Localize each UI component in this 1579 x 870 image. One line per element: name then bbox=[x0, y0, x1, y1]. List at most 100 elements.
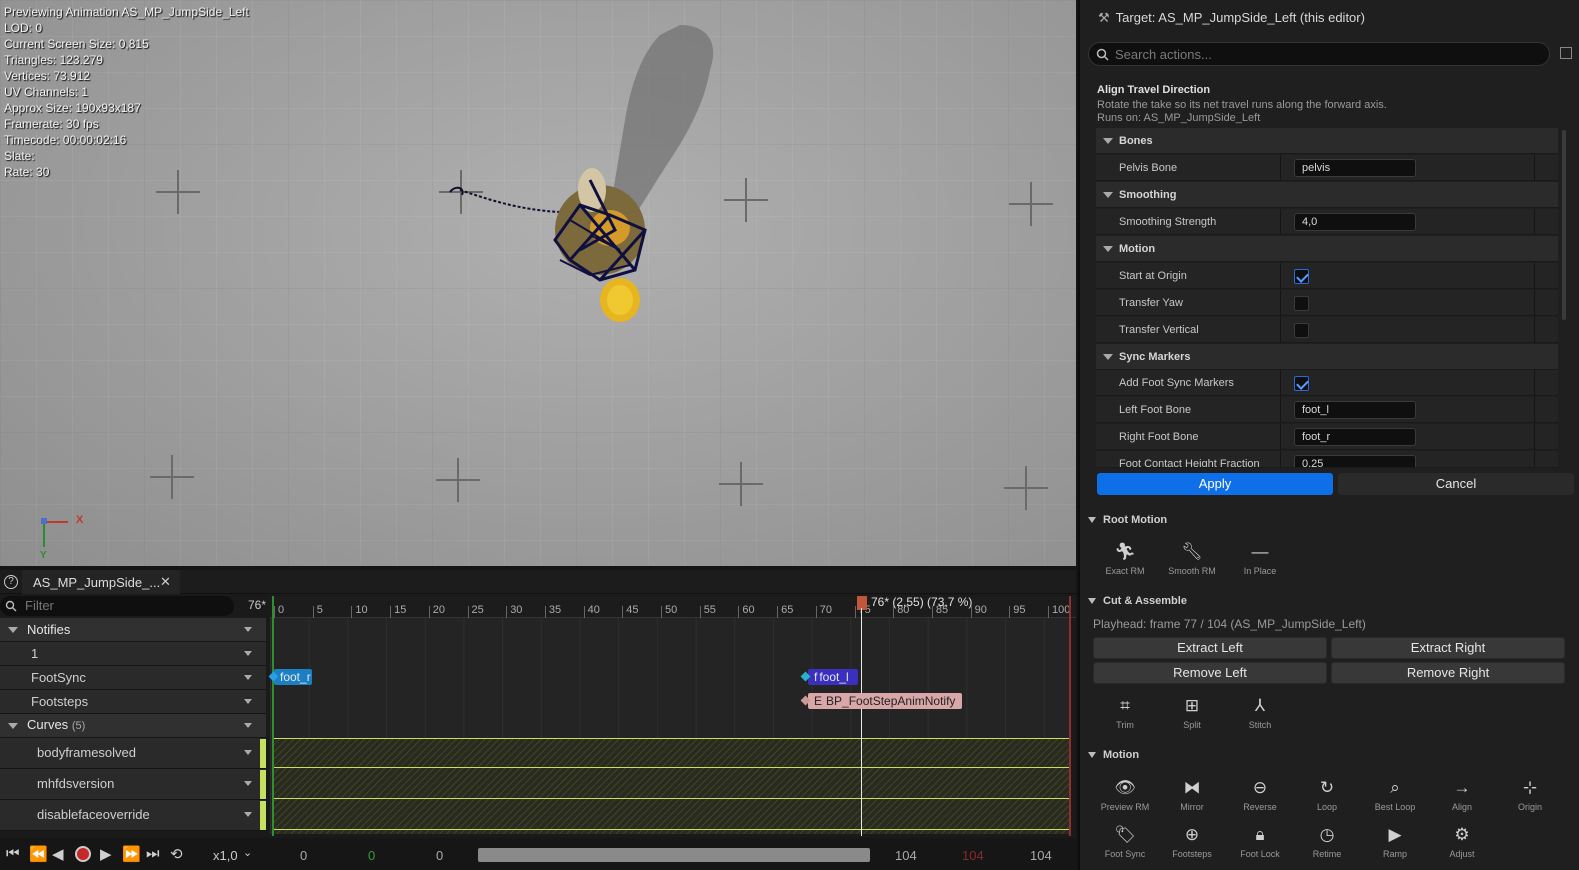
foot-sync-button[interactable]: 🏷︎ Foot Sync bbox=[1091, 824, 1159, 859]
remove-right-button[interactable]: Remove Right bbox=[1331, 662, 1565, 684]
playhead-marker[interactable] bbox=[857, 596, 867, 610]
cancel-button[interactable]: Cancel bbox=[1338, 473, 1574, 495]
section-cut-assemble[interactable]: Cut & Assemble bbox=[1088, 595, 1187, 607]
properties-scrollbar[interactable] bbox=[1562, 130, 1566, 320]
dropdown-icon[interactable] bbox=[244, 750, 252, 755]
mirror-button[interactable]: ⧓ Mirror bbox=[1158, 777, 1226, 812]
group-bones[interactable]: Bones bbox=[1096, 128, 1558, 154]
ruler-tick-label: 90 bbox=[974, 604, 987, 616]
transfer-yaw-checkbox[interactable] bbox=[1294, 296, 1309, 311]
foot-contact-height-field[interactable]: 0,25 bbox=[1294, 455, 1416, 467]
track-notify-1[interactable]: 1 bbox=[0, 642, 266, 666]
add-foot-sync-checkbox[interactable] bbox=[1294, 376, 1309, 391]
record-icon[interactable] bbox=[75, 846, 91, 862]
ruler-tick-mark bbox=[583, 606, 585, 618]
help-icon[interactable]: ? bbox=[4, 575, 18, 589]
stitch-button[interactable]: ⅄ Stitch bbox=[1226, 695, 1294, 730]
loop-button[interactable]: ↻ Loop bbox=[1293, 777, 1361, 812]
group-sync-markers[interactable]: Sync Markers bbox=[1096, 344, 1558, 370]
stat-line: Current Screen Size: 0,815 bbox=[4, 37, 149, 51]
layout-icon[interactable] bbox=[1560, 47, 1572, 59]
ruler-tick-label: 20 bbox=[432, 604, 446, 616]
skip-to-start-icon[interactable]: ⏮ bbox=[6, 845, 20, 862]
step-back-icon[interactable]: ⏪ bbox=[29, 845, 48, 863]
view-end[interactable]: 104 bbox=[1030, 848, 1052, 863]
group-smoothing[interactable]: Smoothing bbox=[1096, 182, 1558, 208]
track-footsync[interactable]: FootSync bbox=[0, 666, 266, 690]
ramp-button[interactable]: ▶ Ramp bbox=[1361, 824, 1429, 859]
playback-speed[interactable]: x1,0 bbox=[213, 848, 238, 863]
section-motion[interactable]: Motion bbox=[1088, 749, 1139, 761]
track-notifies[interactable]: Notifies bbox=[0, 618, 266, 642]
remove-left-button[interactable]: Remove Left bbox=[1093, 662, 1327, 684]
apply-button[interactable]: Apply bbox=[1097, 473, 1333, 495]
run-icon: 🏃︎ bbox=[1114, 542, 1136, 561]
group-motion[interactable]: Motion bbox=[1096, 236, 1558, 262]
close-icon[interactable]: ✕ bbox=[160, 574, 171, 590]
notify-foot-l[interactable]: f foot_l bbox=[808, 669, 858, 685]
retime-button[interactable]: ◷ Retime bbox=[1293, 824, 1361, 859]
exact-rm-button[interactable]: 🏃︎ Exact RM bbox=[1091, 541, 1159, 576]
transfer-vertical-checkbox[interactable] bbox=[1294, 323, 1309, 338]
character-figure[interactable] bbox=[420, 0, 780, 340]
track-curves[interactable]: Curves (5) bbox=[0, 714, 266, 738]
floor-marker bbox=[1004, 466, 1048, 510]
skip-to-end-icon[interactable]: ⏭ bbox=[146, 845, 160, 862]
notify-bp-footstep[interactable]: E BP_FootStepAnimNotify bbox=[808, 693, 962, 709]
footsteps-button[interactable]: ⊕ Footsteps bbox=[1158, 824, 1226, 859]
loop-icon[interactable]: ⟲ bbox=[170, 845, 183, 863]
minus-icon: — bbox=[1251, 542, 1269, 561]
extract-left-button[interactable]: Extract Left bbox=[1093, 637, 1327, 659]
collapse-arrow-icon bbox=[8, 627, 18, 633]
prop-pelvis-bone: Pelvis Bone pelvis bbox=[1096, 155, 1558, 181]
dropdown-icon[interactable] bbox=[244, 627, 252, 632]
best-loop-button[interactable]: ⌕ Best Loop bbox=[1361, 777, 1429, 812]
range-end[interactable]: 104 bbox=[895, 848, 917, 863]
timeline-scrollbar[interactable] bbox=[478, 848, 870, 862]
current-frame-field[interactable]: 76* bbox=[236, 598, 266, 612]
play-reverse-icon[interactable]: ◀ bbox=[52, 845, 64, 863]
track-curve-mhfdsversion[interactable]: mhfdsversion bbox=[0, 769, 266, 800]
dropdown-icon[interactable] bbox=[244, 675, 252, 680]
chevron-down-icon[interactable]: ⌄ bbox=[243, 846, 252, 859]
align-button[interactable]: → Align bbox=[1428, 777, 1496, 812]
split-button[interactable]: ⊞ Split bbox=[1158, 695, 1226, 730]
play-icon[interactable]: ▶ bbox=[100, 845, 112, 863]
search-box[interactable]: Search actions... bbox=[1088, 42, 1550, 66]
section-root-motion[interactable]: Root Motion bbox=[1088, 514, 1167, 526]
pelvis-bone-field[interactable]: pelvis bbox=[1294, 159, 1416, 177]
stat-line: UV Channels: 1 bbox=[4, 85, 89, 99]
trim-button[interactable]: ⌗ Trim bbox=[1091, 695, 1159, 730]
dropdown-icon[interactable] bbox=[244, 699, 252, 704]
filter-input[interactable]: Filter bbox=[0, 596, 234, 616]
track-curve-bodyframesolved[interactable]: bodyframesolved bbox=[0, 738, 266, 769]
curve-color-swatch bbox=[260, 801, 266, 830]
working-end[interactable]: 104 bbox=[962, 848, 984, 863]
extract-right-button[interactable]: Extract Right bbox=[1331, 637, 1565, 659]
in-place-button[interactable]: — In Place bbox=[1226, 541, 1294, 576]
left-foot-bone-field[interactable]: foot_l bbox=[1294, 401, 1416, 419]
view-start[interactable]: 0 bbox=[300, 848, 307, 863]
range-start[interactable]: 0 bbox=[436, 848, 443, 863]
track-footsteps[interactable]: Footsteps bbox=[0, 690, 266, 714]
step-forward-icon[interactable]: ⏩ bbox=[122, 845, 141, 863]
start-at-origin-checkbox[interactable] bbox=[1294, 269, 1309, 284]
dropdown-icon[interactable] bbox=[244, 723, 252, 728]
dropdown-icon[interactable] bbox=[244, 781, 252, 786]
origin-button[interactable]: ⊹ Origin bbox=[1496, 777, 1564, 812]
dropdown-icon[interactable] bbox=[244, 812, 252, 817]
right-foot-bone-field[interactable]: foot_r bbox=[1294, 428, 1416, 446]
smoothing-strength-field[interactable]: 4,0 bbox=[1294, 213, 1416, 231]
foot-lock-button[interactable]: 🔒︎ Foot Lock bbox=[1226, 824, 1294, 859]
smooth-rm-button[interactable]: 🔧︎ Smooth RM bbox=[1158, 541, 1226, 576]
animation-viewport[interactable]: Previewing Animation AS_MP_JumpSide_Left… bbox=[0, 0, 1076, 566]
reverse-button[interactable]: ⊖ Reverse bbox=[1226, 777, 1294, 812]
notify-foot-r[interactable]: foot_r bbox=[274, 669, 312, 685]
track-curve-disablefaceoverride[interactable]: disablefaceoverride bbox=[0, 800, 266, 831]
working-start[interactable]: 0 bbox=[368, 848, 375, 863]
adjust-button[interactable]: ⚙ Adjust bbox=[1428, 824, 1496, 859]
dropdown-icon[interactable] bbox=[244, 651, 252, 656]
tab-animation[interactable]: AS_MP_JumpSide_... ✕ bbox=[22, 570, 180, 594]
preview-rm-button[interactable]: 👁︎ Preview RM bbox=[1091, 777, 1159, 812]
ruler-tick-mark bbox=[274, 606, 275, 618]
